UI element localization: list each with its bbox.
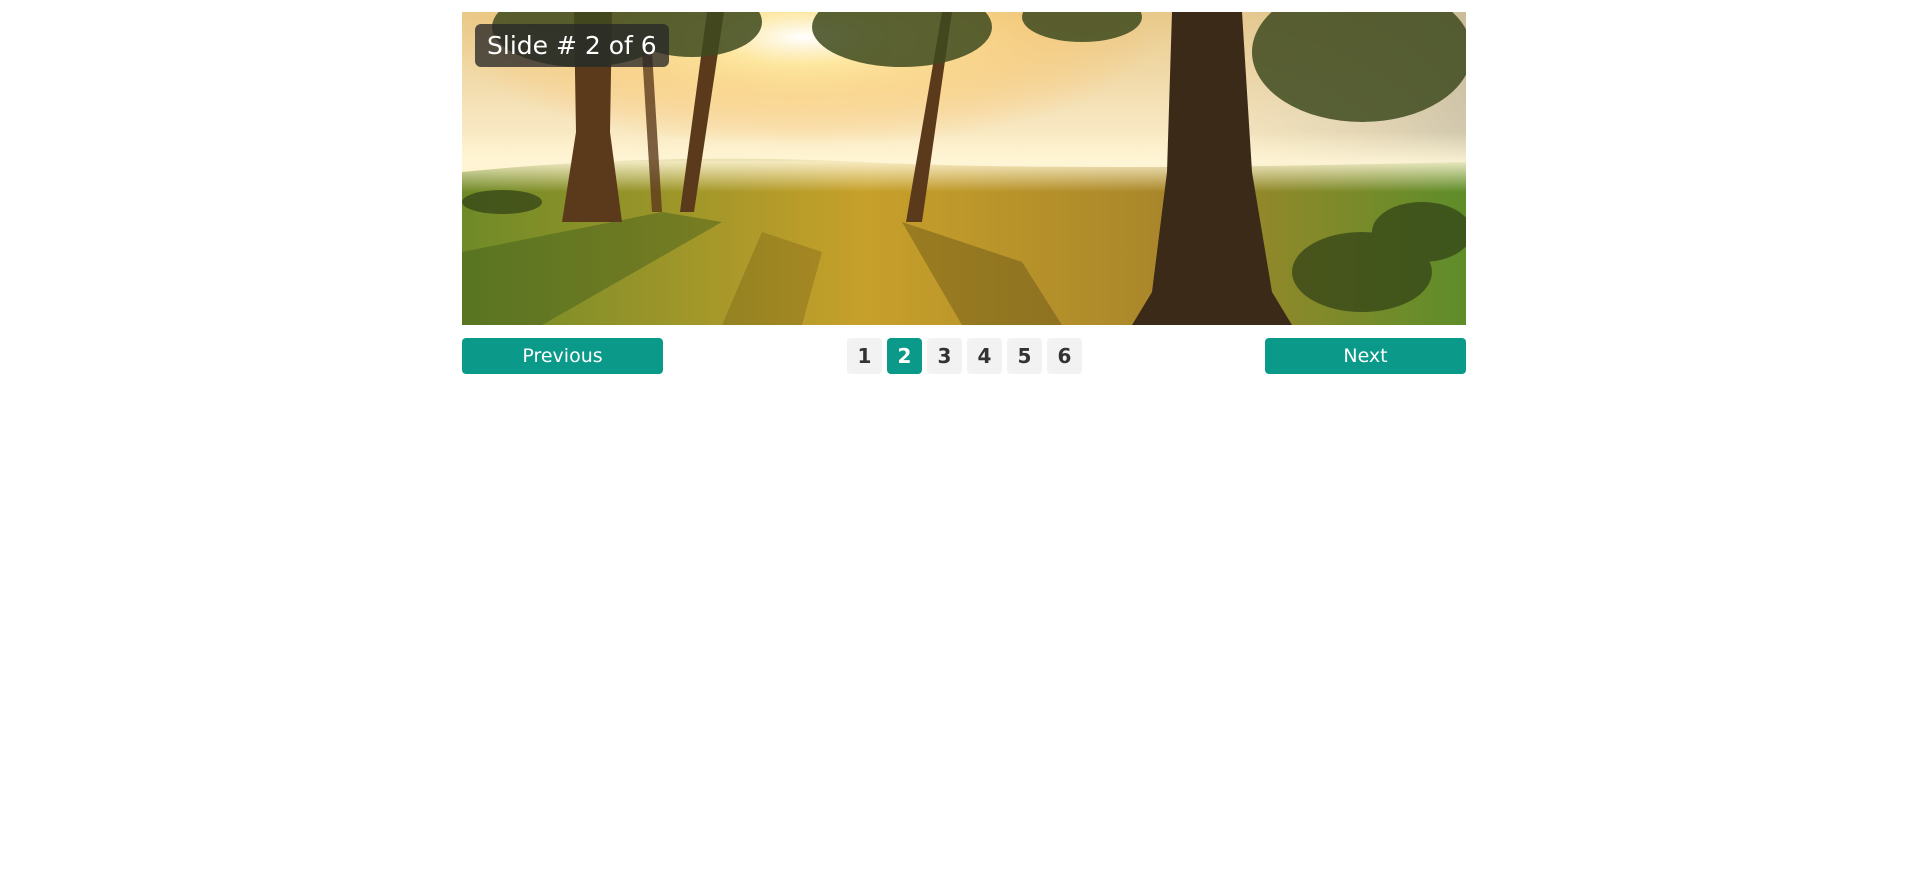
slide-counter-badge: Slide # 2 of 6 (475, 24, 669, 67)
slider-controls: Previous 123456 Next (462, 338, 1466, 374)
page-button-5[interactable]: 5 (1007, 338, 1042, 374)
page-button-4[interactable]: 4 (967, 338, 1002, 374)
page-button-1[interactable]: 1 (847, 338, 882, 374)
slide-pagination: 123456 (847, 338, 1082, 374)
page-button-6[interactable]: 6 (1047, 338, 1082, 374)
next-button[interactable]: Next (1265, 338, 1466, 374)
previous-button[interactable]: Previous (462, 338, 663, 374)
image-slider: Slide # 2 of 6 Previous 123456 Next (462, 12, 1466, 374)
slide-image: Slide # 2 of 6 (462, 12, 1466, 325)
page-button-3[interactable]: 3 (927, 338, 962, 374)
page-button-2[interactable]: 2 (887, 338, 922, 374)
